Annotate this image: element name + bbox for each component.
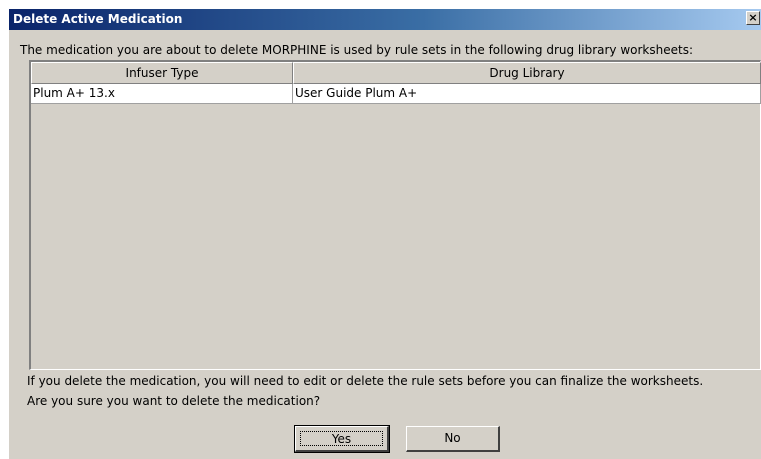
cell-drug-library[interactable]: User Guide Plum A+ (293, 84, 761, 104)
grid-header: Infuser Type Drug Library (31, 62, 761, 84)
delete-medication-dialog: Delete Active Medication × The medicatio… (8, 8, 761, 459)
dialog-title: Delete Active Medication (13, 12, 183, 26)
confirm-question: Are you sure you want to delete the medi… (27, 394, 321, 408)
cell-infuser-type[interactable]: Plum A+ 13.x (31, 84, 293, 104)
no-button[interactable]: No (406, 426, 500, 452)
yes-button[interactable]: Yes (294, 425, 390, 453)
worksheet-grid[interactable]: Infuser Type Drug Library Plum A+ 13.x U… (29, 60, 761, 370)
title-bar[interactable]: Delete Active Medication × (9, 9, 761, 30)
column-header-infuser-type[interactable]: Infuser Type (31, 62, 293, 84)
warning-message: If you delete the medication, you will n… (27, 374, 704, 388)
intro-message: The medication you are about to delete M… (20, 43, 693, 57)
close-icon[interactable]: × (746, 11, 760, 25)
no-button-label: No (444, 431, 461, 445)
yes-button-label: Yes (300, 431, 383, 446)
column-header-drug-library[interactable]: Drug Library (293, 62, 761, 84)
table-row[interactable]: Plum A+ 13.x User Guide Plum A+ (31, 84, 761, 104)
